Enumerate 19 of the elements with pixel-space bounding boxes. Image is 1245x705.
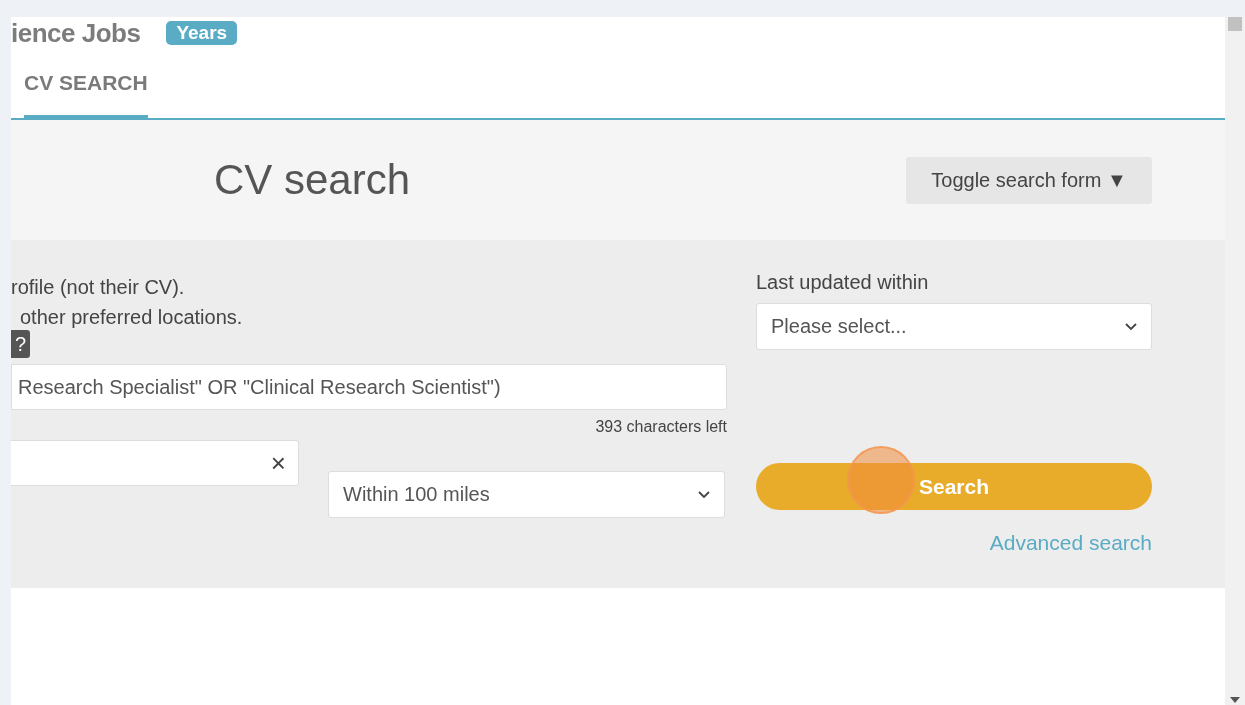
chevron-down-icon xyxy=(698,490,710,499)
last-updated-select[interactable]: Please select... xyxy=(756,303,1152,350)
logo-badge: Years xyxy=(166,21,238,45)
chevron-down-icon xyxy=(1125,322,1137,331)
toggle-search-form-button[interactable]: Toggle search form ▼ xyxy=(906,156,1152,204)
page-heading: CV search xyxy=(214,156,411,204)
scrollbar-thumb[interactable] xyxy=(1228,17,1242,31)
clear-button[interactable]: × xyxy=(270,447,286,479)
character-counter: 393 characters left xyxy=(594,418,727,436)
distance-select[interactable]: Within 100 miles xyxy=(328,471,725,518)
help-text: rofile (not their CV). xyxy=(11,275,186,300)
scrollbar[interactable] xyxy=(1225,17,1245,705)
keywords-field[interactable]: Research Specialist" OR "Clinical Research Scientist") xyxy=(11,364,727,410)
location-field[interactable]: × xyxy=(11,440,299,486)
site-logo-text: ience Jobs xyxy=(11,19,141,47)
scroll-down-arrow-icon[interactable] xyxy=(1230,697,1240,703)
field-label: Last updated within xyxy=(756,271,930,294)
help-badge[interactable]: ? xyxy=(11,330,31,358)
help-text: other preferred locations. xyxy=(19,305,244,330)
